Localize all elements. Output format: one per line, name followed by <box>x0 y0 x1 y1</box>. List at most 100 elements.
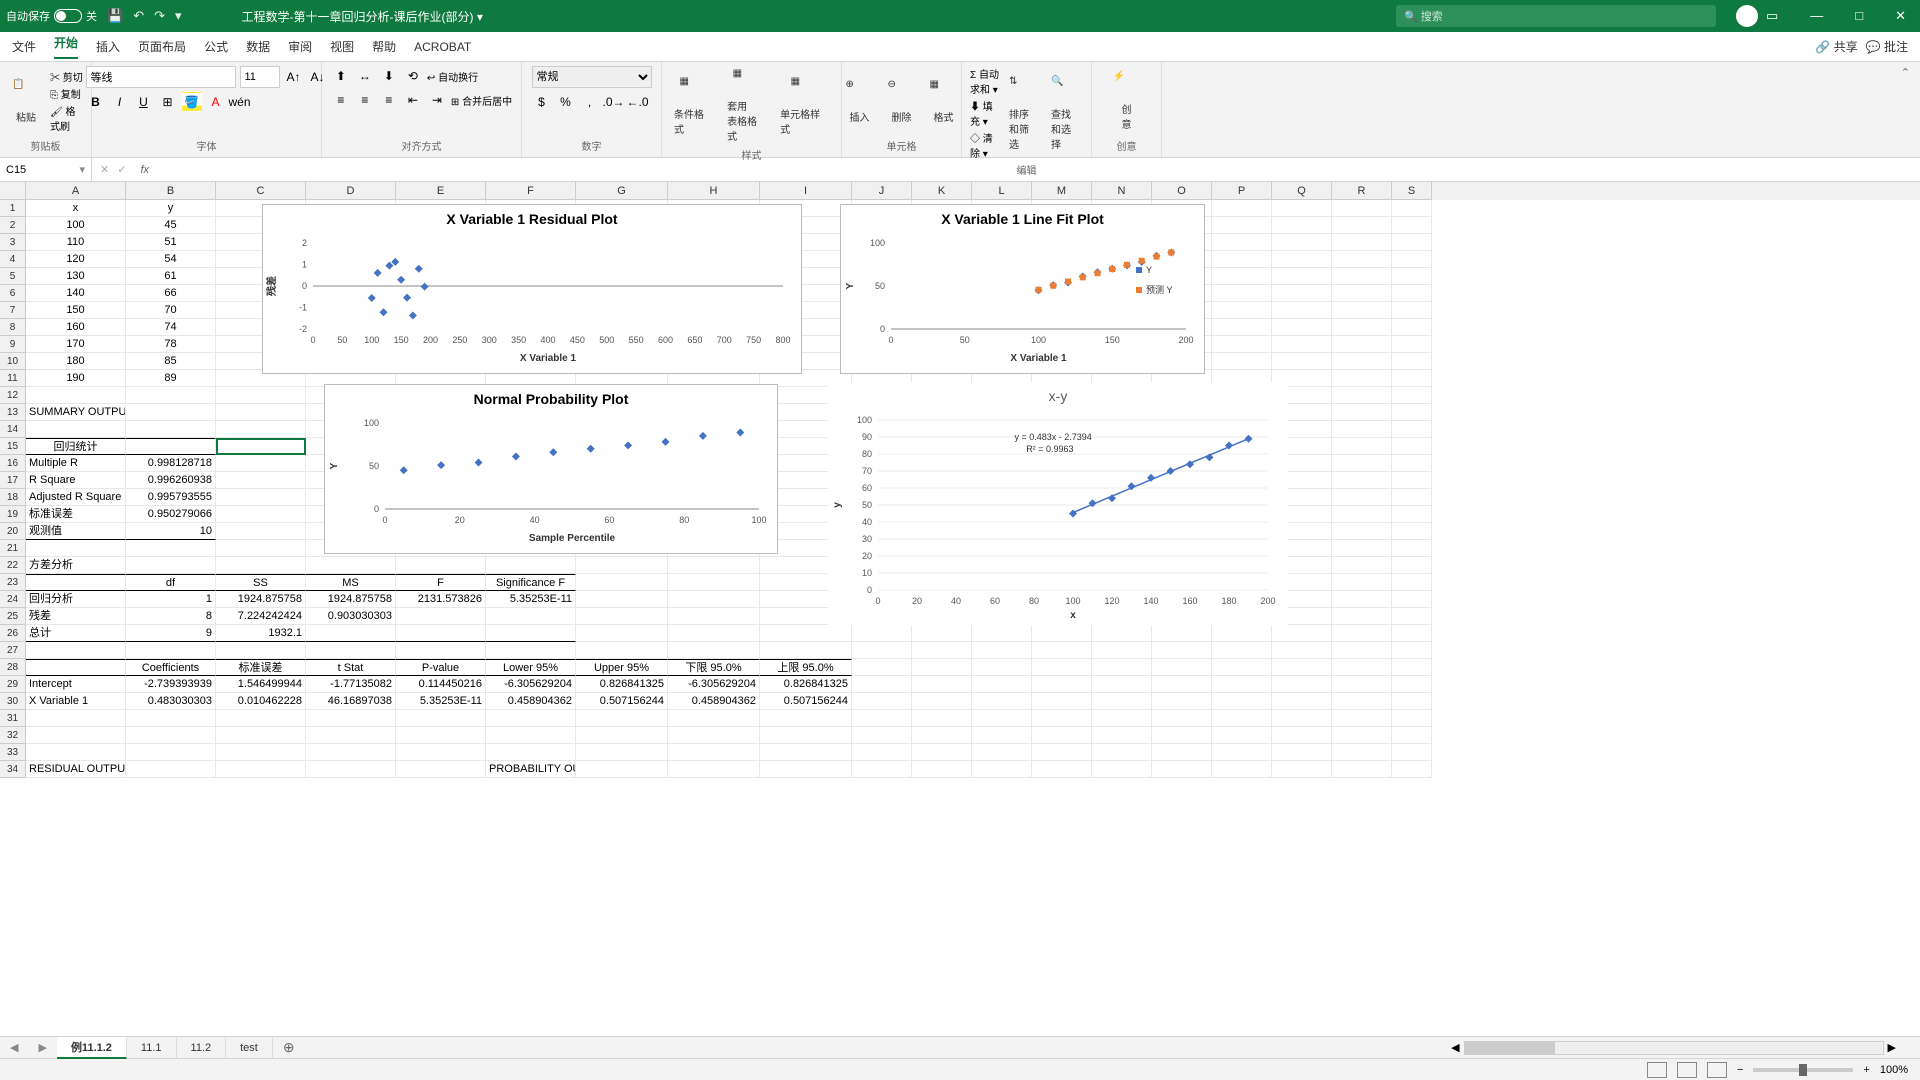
cell[interactable]: 89 <box>126 370 216 387</box>
cell[interactable] <box>1392 370 1432 387</box>
row-header[interactable]: 18 <box>0 489 26 506</box>
cancel-formula-icon[interactable]: ✕ <box>100 163 109 176</box>
cell[interactable] <box>486 557 576 574</box>
orientation-icon[interactable]: ⟲ <box>403 66 423 86</box>
cell[interactable] <box>1392 404 1432 421</box>
cell[interactable] <box>126 710 216 727</box>
comma-icon[interactable]: , <box>580 92 600 112</box>
row-header[interactable]: 13 <box>0 404 26 421</box>
cell[interactable]: 150 <box>26 302 126 319</box>
cell[interactable] <box>306 625 396 642</box>
cell[interactable]: 170 <box>26 336 126 353</box>
cell[interactable] <box>1212 761 1272 778</box>
decrease-indent-icon[interactable]: ⇤ <box>403 90 423 110</box>
cell[interactable] <box>216 455 306 472</box>
cell[interactable] <box>126 761 216 778</box>
cell[interactable] <box>1332 302 1392 319</box>
cell[interactable] <box>1272 727 1332 744</box>
cell[interactable] <box>1392 574 1432 591</box>
cell[interactable] <box>1332 404 1392 421</box>
cell[interactable] <box>216 438 306 455</box>
cell[interactable] <box>760 625 852 642</box>
cell[interactable] <box>216 557 306 574</box>
cell[interactable] <box>1392 234 1432 251</box>
insert-cells-button[interactable]: ⊕插入 <box>842 77 878 126</box>
cell[interactable] <box>1212 625 1272 642</box>
tab-insert[interactable]: 插入 <box>96 38 120 55</box>
cell[interactable] <box>1092 744 1152 761</box>
tab-view[interactable]: 视图 <box>330 38 354 55</box>
column-header[interactable]: S <box>1392 182 1432 200</box>
cell[interactable] <box>576 642 668 659</box>
cell[interactable] <box>1392 387 1432 404</box>
paste-button[interactable]: 📋粘贴 <box>8 77 44 126</box>
row-header[interactable]: 5 <box>0 268 26 285</box>
increase-indent-icon[interactable]: ⇥ <box>427 90 447 110</box>
cell[interactable] <box>1332 217 1392 234</box>
cell[interactable] <box>668 761 760 778</box>
cell[interactable] <box>1272 268 1332 285</box>
fill-button[interactable]: ⬇ 填充 ▾ <box>970 98 999 128</box>
cell[interactable]: 9 <box>126 625 216 642</box>
cell[interactable]: PROBABILITY OUTPUT <box>486 761 576 778</box>
cell[interactable] <box>1392 353 1432 370</box>
cell[interactable] <box>26 710 126 727</box>
cell[interactable] <box>306 557 396 574</box>
cell[interactable] <box>852 727 912 744</box>
cell[interactable]: 1 <box>126 591 216 608</box>
column-header[interactable]: I <box>760 182 852 200</box>
cell[interactable]: 160 <box>26 319 126 336</box>
cell[interactable] <box>1272 234 1332 251</box>
cell[interactable] <box>1152 761 1212 778</box>
cell[interactable] <box>486 710 576 727</box>
cell[interactable] <box>576 744 668 761</box>
cell[interactable] <box>306 710 396 727</box>
cell[interactable]: 10 <box>126 523 216 540</box>
cell[interactable] <box>216 710 306 727</box>
chart-residual-plot[interactable]: X Variable 1 Residual Plot 0501001502002… <box>262 204 802 374</box>
tab-layout[interactable]: 页面布局 <box>138 38 186 55</box>
cell[interactable]: 上限 95.0% <box>760 659 852 676</box>
cell[interactable] <box>1392 659 1432 676</box>
cell[interactable] <box>912 642 972 659</box>
row-header[interactable]: 24 <box>0 591 26 608</box>
cell[interactable]: 0.998128718 <box>126 455 216 472</box>
cell[interactable] <box>1212 353 1272 370</box>
row-header[interactable]: 4 <box>0 251 26 268</box>
cell[interactable] <box>1212 693 1272 710</box>
cell[interactable] <box>1332 557 1392 574</box>
cell[interactable]: 140 <box>26 285 126 302</box>
sort-filter-button[interactable]: ⇅排序和筛选 <box>1005 74 1041 153</box>
cell[interactable]: -6.305629204 <box>668 676 760 693</box>
cell[interactable] <box>912 744 972 761</box>
cell[interactable] <box>1392 761 1432 778</box>
cell[interactable] <box>26 540 126 557</box>
cell[interactable] <box>668 608 760 625</box>
cell[interactable] <box>216 642 306 659</box>
number-format-select[interactable]: 常规 <box>532 66 652 88</box>
cell[interactable] <box>1272 642 1332 659</box>
row-header[interactable]: 22 <box>0 557 26 574</box>
cell[interactable]: SUMMARY OUTPUT <box>26 404 126 421</box>
tab-formula[interactable]: 公式 <box>204 38 228 55</box>
cell[interactable]: F <box>396 574 486 591</box>
row-header[interactable]: 26 <box>0 625 26 642</box>
cell[interactable] <box>1332 472 1392 489</box>
cell[interactable] <box>1212 251 1272 268</box>
cell[interactable] <box>216 744 306 761</box>
cell[interactable] <box>576 557 668 574</box>
cell[interactable] <box>1392 489 1432 506</box>
cell[interactable] <box>1032 642 1092 659</box>
cell[interactable]: MS <box>306 574 396 591</box>
cell[interactable] <box>1212 710 1272 727</box>
cell[interactable] <box>126 557 216 574</box>
align-top-icon[interactable]: ⬆ <box>331 66 351 86</box>
cell[interactable]: 7.224242424 <box>216 608 306 625</box>
cell[interactable] <box>1212 744 1272 761</box>
row-header[interactable]: 33 <box>0 744 26 761</box>
comment-button[interactable]: 💬 批注 <box>1866 38 1908 55</box>
cell[interactable] <box>1332 319 1392 336</box>
column-header[interactable]: N <box>1092 182 1152 200</box>
cell[interactable] <box>912 693 972 710</box>
cell[interactable] <box>396 710 486 727</box>
